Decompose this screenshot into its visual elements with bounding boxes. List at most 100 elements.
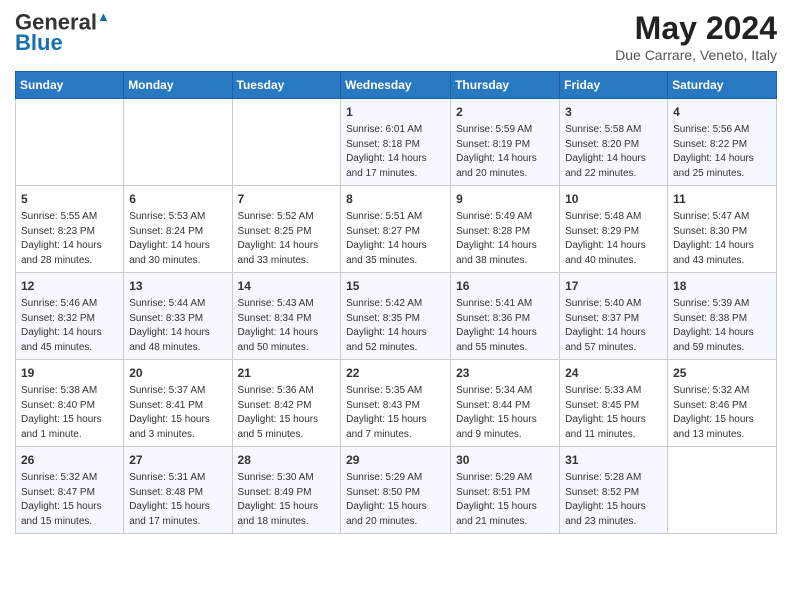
calendar-cell: 10 Sunrise: 5:48 AM Sunset: 8:29 PM Dayli…	[560, 186, 668, 273]
cell-info: Sunrise: 5:29 AM Sunset: 8:50 PM Dayligh…	[346, 471, 445, 529]
cell-info: Sunrise: 5:53 AM Sunset: 8:24 PM Dayligh…	[129, 210, 226, 268]
calendar-week-4: 19Sunrise: 5:38 AM Sunset: 8:40 PM Dayli…	[16, 360, 777, 447]
calendar-cell: 12 Sunrise: 5:46 AM Sunset: 8:32 PM Dayli…	[16, 273, 124, 360]
day-number: 30	[456, 451, 554, 469]
cell-info: Sunrise: 5:42 AM Sunset: 8:35 PM Dayligh…	[346, 297, 445, 355]
calendar-cell: 17Sunrise: 5:40 AM Sunset: 8:37 PM Dayli…	[560, 273, 668, 360]
day-number: 22	[346, 364, 445, 382]
day-number: 2	[456, 103, 554, 121]
calendar-cell: 24 Sunrise: 5:33 AM Sunset: 8:45 PM Dayli…	[560, 360, 668, 447]
cell-info: Sunrise: 5:58 AM Sunset: 8:20 PM Dayligh…	[565, 123, 662, 181]
day-number: 18	[673, 277, 771, 295]
calendar-cell: 11Sunrise: 5:47 AM Sunset: 8:30 PM Dayli…	[668, 186, 777, 273]
day-number: 29	[346, 451, 445, 469]
calendar-cell: 21Sunrise: 5:36 AM Sunset: 8:42 PM Dayli…	[232, 360, 341, 447]
day-number: 6	[129, 190, 226, 208]
day-number: 9	[456, 190, 554, 208]
day-number: 27	[129, 451, 226, 469]
cell-info: Sunrise: 5:34 AM Sunset: 8:44 PM Dayligh…	[456, 384, 554, 442]
cell-info: Sunrise: 5:36 AM Sunset: 8:42 PM Dayligh…	[238, 384, 336, 442]
col-header-monday: Monday	[124, 72, 232, 99]
cell-info: Sunrise: 5:32 AM Sunset: 8:47 PM Dayligh…	[21, 471, 118, 529]
calendar-cell: 30 Sunrise: 5:29 AM Sunset: 8:51 PM Dayli…	[451, 447, 560, 534]
location: Due Carrare, Veneto, Italy	[615, 47, 777, 63]
day-number: 23	[456, 364, 554, 382]
cell-info: Sunrise: 5:35 AM Sunset: 8:43 PM Dayligh…	[346, 384, 445, 442]
calendar-cell	[124, 99, 232, 186]
calendar-table: SundayMondayTuesdayWednesdayThursdayFrid…	[15, 71, 777, 534]
cell-info: Sunrise: 5:52 AM Sunset: 8:25 PM Dayligh…	[238, 210, 336, 268]
calendar-cell: 29 Sunrise: 5:29 AM Sunset: 8:50 PM Dayli…	[341, 447, 451, 534]
calendar-cell: 2 Sunrise: 5:59 AM Sunset: 8:19 PM Daylig…	[451, 99, 560, 186]
calendar-cell: 23 Sunrise: 5:34 AM Sunset: 8:44 PM Dayli…	[451, 360, 560, 447]
cell-info: Sunrise: 5:39 AM Sunset: 8:38 PM Dayligh…	[673, 297, 771, 355]
col-header-tuesday: Tuesday	[232, 72, 341, 99]
cell-info: Sunrise: 5:44 AM Sunset: 8:33 PM Dayligh…	[129, 297, 226, 355]
calendar-cell: 28 Sunrise: 5:30 AM Sunset: 8:49 PM Dayli…	[232, 447, 341, 534]
page-header: General▲ Blue May 2024 Due Carrare, Vene…	[15, 10, 777, 63]
cell-info: Sunrise: 5:28 AM Sunset: 8:52 PM Dayligh…	[565, 471, 662, 529]
calendar-cell: 25Sunrise: 5:32 AM Sunset: 8:46 PM Dayli…	[668, 360, 777, 447]
cell-info: Sunrise: 5:56 AM Sunset: 8:22 PM Dayligh…	[673, 123, 771, 181]
cell-info: Sunrise: 5:30 AM Sunset: 8:49 PM Dayligh…	[238, 471, 336, 529]
calendar-cell	[232, 99, 341, 186]
day-number: 16	[456, 277, 554, 295]
calendar-cell: 1 Sunrise: 6:01 AM Sunset: 8:18 PM Daylig…	[341, 99, 451, 186]
day-number: 19	[21, 364, 118, 382]
day-number: 24	[565, 364, 662, 382]
calendar-cell: 15 Sunrise: 5:42 AM Sunset: 8:35 PM Dayli…	[341, 273, 451, 360]
day-number: 14	[238, 277, 336, 295]
calendar-cell	[16, 99, 124, 186]
day-number: 8	[346, 190, 445, 208]
calendar-cell: 22 Sunrise: 5:35 AM Sunset: 8:43 PM Dayli…	[341, 360, 451, 447]
cell-info: Sunrise: 5:48 AM Sunset: 8:29 PM Dayligh…	[565, 210, 662, 268]
logo-blue: Blue	[15, 31, 63, 55]
calendar-cell: 14 Sunrise: 5:43 AM Sunset: 8:34 PM Dayli…	[232, 273, 341, 360]
day-number: 11	[673, 190, 771, 208]
cell-info: Sunrise: 5:41 AM Sunset: 8:36 PM Dayligh…	[456, 297, 554, 355]
day-number: 26	[21, 451, 118, 469]
day-number: 31	[565, 451, 662, 469]
cell-info: Sunrise: 5:55 AM Sunset: 8:23 PM Dayligh…	[21, 210, 118, 268]
calendar-cell	[668, 447, 777, 534]
cell-info: Sunrise: 5:33 AM Sunset: 8:45 PM Dayligh…	[565, 384, 662, 442]
title-block: May 2024 Due Carrare, Veneto, Italy	[615, 10, 777, 63]
day-number: 4	[673, 103, 771, 121]
cell-info: Sunrise: 5:37 AM Sunset: 8:41 PM Dayligh…	[129, 384, 226, 442]
calendar-cell: 9 Sunrise: 5:49 AM Sunset: 8:28 PM Daylig…	[451, 186, 560, 273]
calendar-cell: 20 Sunrise: 5:37 AM Sunset: 8:41 PM Dayli…	[124, 360, 232, 447]
cell-info: Sunrise: 5:29 AM Sunset: 8:51 PM Dayligh…	[456, 471, 554, 529]
cell-info: Sunrise: 5:51 AM Sunset: 8:27 PM Dayligh…	[346, 210, 445, 268]
calendar-cell: 7 Sunrise: 5:52 AM Sunset: 8:25 PM Daylig…	[232, 186, 341, 273]
day-number: 7	[238, 190, 336, 208]
day-number: 20	[129, 364, 226, 382]
cell-info: Sunrise: 5:43 AM Sunset: 8:34 PM Dayligh…	[238, 297, 336, 355]
col-header-friday: Friday	[560, 72, 668, 99]
cell-info: Sunrise: 5:46 AM Sunset: 8:32 PM Dayligh…	[21, 297, 118, 355]
day-number: 10	[565, 190, 662, 208]
calendar-week-3: 12 Sunrise: 5:46 AM Sunset: 8:32 PM Dayli…	[16, 273, 777, 360]
cell-info: Sunrise: 5:49 AM Sunset: 8:28 PM Dayligh…	[456, 210, 554, 268]
calendar-week-5: 26 Sunrise: 5:32 AM Sunset: 8:47 PM Dayli…	[16, 447, 777, 534]
day-number: 1	[346, 103, 445, 121]
calendar-week-2: 5Sunrise: 5:55 AM Sunset: 8:23 PM Daylig…	[16, 186, 777, 273]
calendar-header-row: SundayMondayTuesdayWednesdayThursdayFrid…	[16, 72, 777, 99]
col-header-thursday: Thursday	[451, 72, 560, 99]
cell-info: Sunrise: 6:01 AM Sunset: 8:18 PM Dayligh…	[346, 123, 445, 181]
day-number: 15	[346, 277, 445, 295]
calendar-cell: 4 Sunrise: 5:56 AM Sunset: 8:22 PM Daylig…	[668, 99, 777, 186]
cell-info: Sunrise: 5:32 AM Sunset: 8:46 PM Dayligh…	[673, 384, 771, 442]
cell-info: Sunrise: 5:31 AM Sunset: 8:48 PM Dayligh…	[129, 471, 226, 529]
calendar-cell: 5Sunrise: 5:55 AM Sunset: 8:23 PM Daylig…	[16, 186, 124, 273]
day-number: 13	[129, 277, 226, 295]
calendar-cell: 16 Sunrise: 5:41 AM Sunset: 8:36 PM Dayli…	[451, 273, 560, 360]
calendar-cell: 19Sunrise: 5:38 AM Sunset: 8:40 PM Dayli…	[16, 360, 124, 447]
cell-info: Sunrise: 5:59 AM Sunset: 8:19 PM Dayligh…	[456, 123, 554, 181]
day-number: 17	[565, 277, 662, 295]
day-number: 28	[238, 451, 336, 469]
col-header-wednesday: Wednesday	[341, 72, 451, 99]
calendar-week-1: 1 Sunrise: 6:01 AM Sunset: 8:18 PM Daylig…	[16, 99, 777, 186]
day-number: 12	[21, 277, 118, 295]
calendar-cell: 6 Sunrise: 5:53 AM Sunset: 8:24 PM Daylig…	[124, 186, 232, 273]
calendar-cell: 31 Sunrise: 5:28 AM Sunset: 8:52 PM Dayli…	[560, 447, 668, 534]
